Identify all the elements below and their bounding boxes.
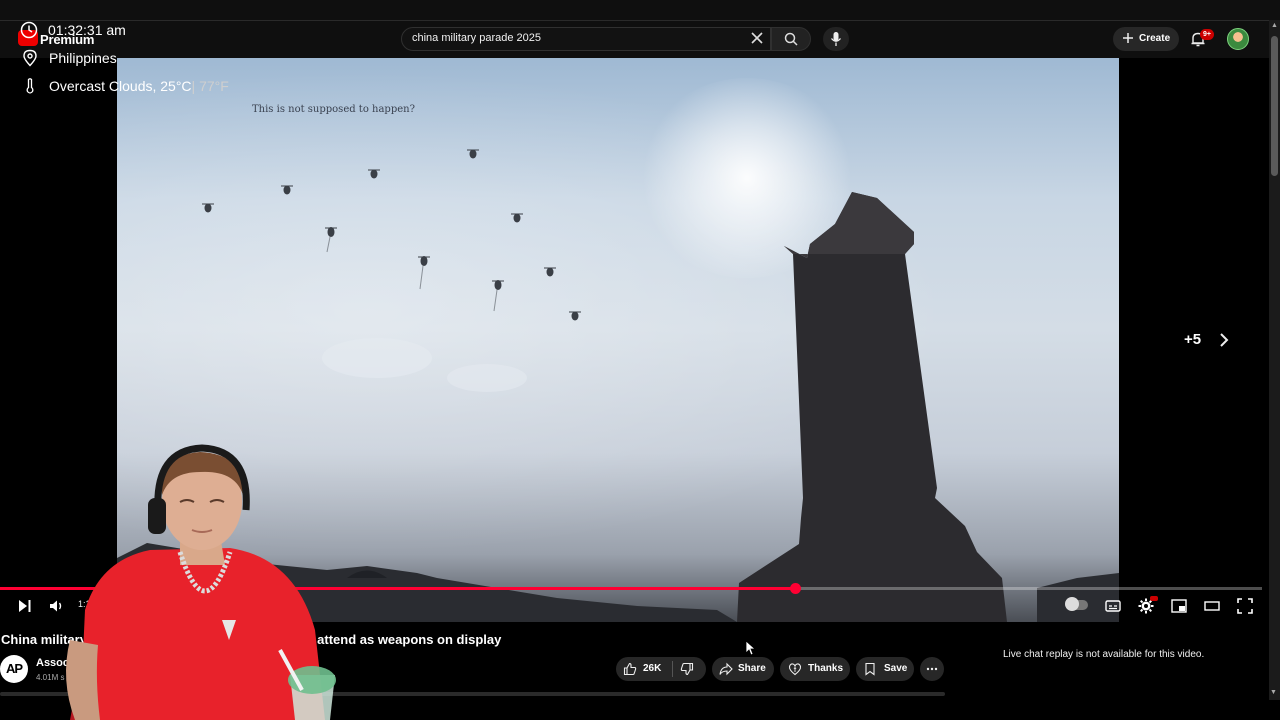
like-count[interactable]: 26K [643, 663, 661, 674]
chevron-right-icon[interactable] [1216, 332, 1232, 348]
theater-mode-icon[interactable] [1203, 597, 1221, 615]
streamer-webcam [66, 444, 336, 720]
notification-badge: 9+ [1200, 29, 1214, 40]
search-icon[interactable] [783, 31, 799, 47]
more-count[interactable]: +5 [1184, 331, 1201, 348]
live-chat-message: Live chat replay is not available for th… [1003, 649, 1205, 660]
thanks-heart-icon[interactable] [788, 662, 802, 676]
bookmark-icon[interactable] [863, 662, 877, 676]
thumbs-down-icon[interactable] [680, 662, 694, 676]
miniplayer-icon[interactable] [1170, 597, 1188, 615]
location-widget: Philippines [21, 49, 117, 67]
more-horizontal-icon[interactable] [925, 662, 939, 676]
video-caption: This is not supposed to happen? [252, 104, 415, 115]
create-label[interactable]: Create [1139, 33, 1170, 44]
scrollbar-thumb[interactable] [1271, 36, 1278, 176]
hd-badge-icon [1150, 596, 1158, 601]
divider [672, 661, 673, 677]
thumbs-up-icon[interactable] [623, 662, 637, 676]
fullscreen-icon[interactable] [1236, 597, 1254, 615]
weather-fahrenheit: | 77°F [191, 78, 229, 94]
location-text: Philippines [49, 50, 117, 66]
save-label[interactable]: Save [884, 663, 907, 674]
thermometer-icon [26, 78, 34, 94]
close-icon[interactable] [749, 30, 765, 46]
plus-icon[interactable] [1121, 31, 1135, 45]
channel-avatar[interactable]: AP [0, 655, 28, 683]
play-next-icon[interactable] [16, 597, 34, 615]
mouse-cursor-icon [745, 640, 756, 656]
scroll-up-arrow-icon[interactable]: ▲ [1271, 22, 1278, 29]
microphone-icon[interactable] [829, 31, 843, 47]
share-label[interactable]: Share [738, 663, 766, 674]
location-pin-icon [23, 49, 37, 67]
autoplay-knob[interactable] [1065, 597, 1079, 611]
clock-time: 01:32:31 am [48, 22, 126, 38]
divider [0, 20, 1280, 21]
share-icon[interactable] [719, 662, 733, 676]
clock-icon [20, 21, 38, 39]
avatar[interactable] [1227, 28, 1249, 50]
weather-widget: Overcast Clouds, 25°C | 77°F [21, 77, 229, 95]
subtitles-icon[interactable] [1104, 597, 1122, 615]
clock-widget: 01:32:31 am [20, 21, 126, 39]
thanks-label[interactable]: Thanks [808, 663, 843, 674]
search-input[interactable]: china military parade 2025 [412, 32, 541, 44]
weather-text: Overcast Clouds, 25°C [49, 78, 192, 94]
scroll-down-arrow-icon[interactable]: ▼ [1270, 689, 1277, 696]
progress-scrubber[interactable] [790, 583, 802, 594]
